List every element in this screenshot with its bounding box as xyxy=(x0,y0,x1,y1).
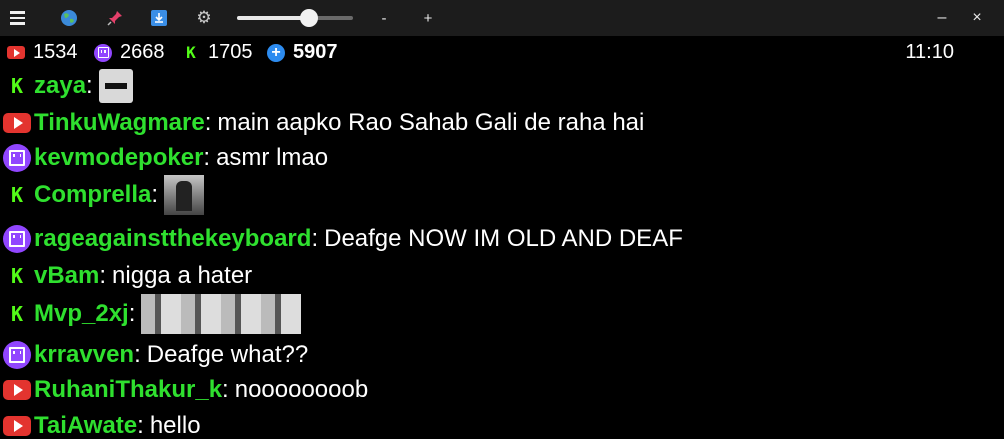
zoom-in-button[interactable]: + xyxy=(420,0,436,36)
chat-separator: : xyxy=(203,144,211,171)
youtube-icon xyxy=(7,46,25,59)
kick-count: 1705 xyxy=(208,41,253,63)
twitch-platform xyxy=(0,144,34,172)
youtube-platform xyxy=(0,380,34,400)
kick-platform: K xyxy=(0,304,34,324)
chat-username[interactable]: TinkuWagmare xyxy=(34,109,205,137)
chat-emote xyxy=(141,294,302,334)
kick-platform: K xyxy=(0,185,34,205)
kick-icon: K xyxy=(10,302,24,326)
kick-viewers: K 1705 xyxy=(181,41,253,64)
kick-platform: K xyxy=(0,266,34,286)
chat-message: KvBam: nigga a hater xyxy=(0,258,252,294)
chat-separator: : xyxy=(311,225,319,252)
chat-emote xyxy=(98,69,133,103)
chat-separator: : xyxy=(151,181,159,208)
total-viewers: + 5907 xyxy=(266,41,338,64)
chat-log[interactable]: Kzaya: TinkuWagmare: main aapko Rao Sahab … xyxy=(0,68,1004,439)
twitch-count: 2668 xyxy=(120,41,165,63)
kick-icon: K xyxy=(10,183,24,207)
chat-text: nigga a hater xyxy=(112,262,253,289)
youtube-viewers: 1534 xyxy=(6,41,78,64)
total-count: 5907 xyxy=(293,41,338,63)
flushed-emoji-icon: 😳 xyxy=(694,223,722,254)
kick-platform: K xyxy=(0,76,34,96)
chat-text: noooooooob xyxy=(234,376,369,403)
chat-username[interactable]: krravven xyxy=(34,341,134,369)
volume-slider[interactable] xyxy=(236,0,354,36)
chat-message: kevmodepoker: asmr lmao xyxy=(0,140,328,176)
chat-username[interactable]: Mvp_2xj xyxy=(34,300,129,328)
chat-separator: : xyxy=(128,300,136,327)
chat-separator: : xyxy=(134,341,141,368)
chat-message: K Comprella: xyxy=(0,175,205,215)
twitch-icon xyxy=(3,225,31,253)
chat-separator: : xyxy=(204,109,212,136)
viewer-stats-bar: 1534 2668 K 1705 + 5907 11:10 xyxy=(0,36,1004,68)
youtube-platform xyxy=(0,416,34,436)
chat-emote xyxy=(164,175,205,215)
chat-username[interactable]: kevmodepoker xyxy=(34,144,203,172)
chat-username[interactable]: vBam xyxy=(34,262,99,290)
kick-icon: K xyxy=(10,264,24,288)
chat-message: TinkuWagmare: main aapko Rao Sahab Gali d… xyxy=(0,105,644,141)
kick-icon: K xyxy=(186,42,196,62)
pin-icon[interactable] xyxy=(104,0,126,36)
chat-username[interactable]: rageagainstthekeyboard xyxy=(34,225,311,253)
chat-text: hello xyxy=(149,412,201,439)
twitch-icon xyxy=(94,43,112,62)
chat-separator: : xyxy=(86,72,93,99)
chat-message: rageagainstthekeyboard: Deafge NOW IM OLD… xyxy=(0,221,722,257)
chat-message: K Mvp_2xj: xyxy=(0,294,302,334)
chat-username[interactable]: Comprella xyxy=(34,181,151,209)
clock: 11:10 xyxy=(905,41,954,63)
chat-username[interactable]: TaiAwate xyxy=(34,412,137,439)
chat-username[interactable]: zaya xyxy=(34,72,86,100)
chat-text: asmr lmao xyxy=(216,144,329,171)
minimize-button[interactable]: – xyxy=(932,0,952,36)
chat-message: Kzaya: xyxy=(0,68,133,104)
slider-knob[interactable] xyxy=(299,9,318,27)
zoom-out-button[interactable]: - xyxy=(376,0,392,36)
plus-icon: + xyxy=(267,43,285,62)
youtube-platform xyxy=(0,113,34,133)
chat-text: Deafge NOW IM OLD AND DEAF xyxy=(324,225,683,252)
chat-message: TaiAwate: hello xyxy=(0,408,201,439)
close-button[interactable]: × xyxy=(964,0,990,36)
hamburger-icon[interactable] xyxy=(6,0,28,36)
slider-fill xyxy=(237,16,309,20)
chat-text: main aapko Rao Sahab Gali de raha hai xyxy=(217,109,645,136)
chat-separator: : xyxy=(99,262,107,289)
chat-separator: : xyxy=(137,412,144,439)
slider-track[interactable] xyxy=(237,9,353,27)
chat-username[interactable]: RuhaniThakur_k xyxy=(34,376,222,404)
youtube-icon xyxy=(3,113,31,133)
twitch-icon xyxy=(3,341,31,369)
chat-message: krravven: Deafge what?? xyxy=(0,337,308,373)
globe-icon[interactable] xyxy=(58,0,80,36)
chat-text: Deafge what?? xyxy=(146,341,309,368)
twitch-platform xyxy=(0,341,34,369)
chat-separator: : xyxy=(222,376,229,403)
toolbar: ⚙ - + – × xyxy=(0,0,1004,36)
kick-icon: K xyxy=(10,74,24,98)
gear-icon[interactable]: ⚙ xyxy=(194,0,214,36)
twitch-icon xyxy=(3,144,31,172)
download-icon[interactable] xyxy=(149,0,169,36)
twitch-viewers: 2668 xyxy=(93,41,165,64)
twitch-platform xyxy=(0,225,34,253)
youtube-count: 1534 xyxy=(33,41,78,63)
chat-message: RuhaniThakur_k: noooooooob xyxy=(0,372,368,408)
youtube-icon xyxy=(3,416,31,436)
youtube-icon xyxy=(3,380,31,400)
